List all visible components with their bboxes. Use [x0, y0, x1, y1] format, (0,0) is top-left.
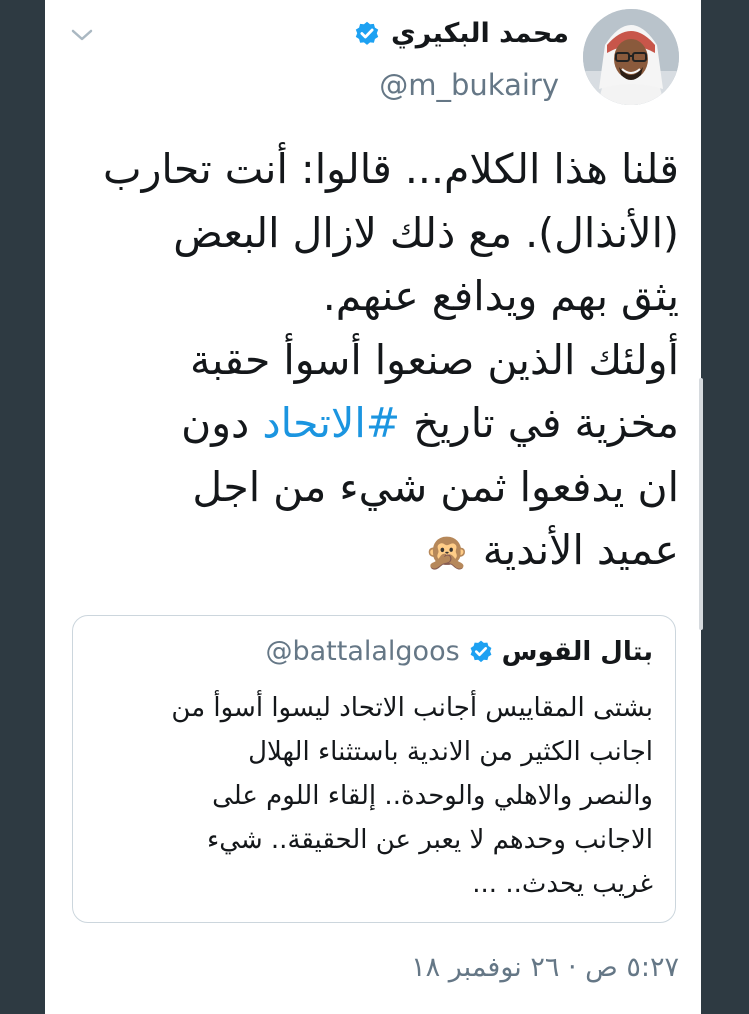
chevron-down-icon[interactable]: [71, 28, 93, 42]
quoted-tweet-line: اجانب الكثير من الاندية باستثناء الهلال: [248, 737, 653, 767]
scrollbar[interactable]: [699, 378, 703, 630]
verified-badge-icon: [470, 640, 492, 662]
quoted-tweet-header: بتال القوس @battalalgoos: [265, 636, 653, 667]
avatar[interactable]: [583, 9, 679, 105]
quoted-tweet-line: والنصر والاهلي والوحدة.. إلقاء اللوم على: [212, 781, 653, 811]
quoted-tweet[interactable]: بتال القوس @battalalgoos بشتى المقاييس أ…: [72, 615, 676, 923]
tweet-text-segment: دون: [181, 399, 263, 447]
quoted-author-name: بتال القوس: [501, 636, 653, 667]
tweet-line: (الأنذال). مع ذلك لازال البعض: [173, 208, 679, 257]
verified-badge-icon: [355, 21, 379, 45]
author-handle[interactable]: @m_bukairy: [379, 68, 559, 102]
tweet-line: قلنا هذا الكلام... قالوا: أنت تحارب: [102, 145, 679, 193]
tweet-text-segment: مخزية في تاريخ: [400, 399, 679, 447]
tweet-line: ان يدفعوا ثمن شيء من اجل: [192, 462, 679, 511]
speak-no-evil-monkey-emoji: 🙊: [424, 532, 470, 573]
tweet-timestamp[interactable]: ٥:٢٧ ص · ٢٦ نوفمبر ١٨: [411, 952, 679, 983]
hashtag-link[interactable]: #الاتحاد: [262, 399, 400, 447]
quoted-tweet-line: غريب يحدث.. ...: [472, 869, 653, 899]
tweet-line: مخزية في تاريخ #الاتحاد دون: [67, 392, 679, 456]
quoted-tweet-text: بشتى المقاييس أجانب الاتحاد ليسوا أسوأ م…: [93, 686, 653, 906]
tweet-line: أولئك الذين صنعوا أسوأ حقبة: [189, 335, 679, 384]
quoted-author-handle: @battalalgoos: [265, 636, 460, 667]
tweet-line: يثق بهم ويدافع عنهم.: [322, 272, 679, 320]
author-name-row[interactable]: محمد البكيري: [353, 18, 569, 49]
quoted-tweet-line: الاجانب وحدهم لا يعبر عن الحقيقة.. شيء: [206, 825, 653, 855]
tweet-text: قلنا هذا الكلام... قالوا: أنت تحارب (الأ…: [67, 138, 679, 585]
tweet-line: عميد الأندية 🙊: [67, 519, 679, 585]
author-display-name[interactable]: محمد البكيري: [391, 18, 569, 49]
quoted-tweet-line: بشتى المقاييس أجانب الاتحاد ليسوا أسوأ م…: [171, 693, 653, 723]
tweet-card: محمد البكيري @m_bukairy قلنا هذا الكلام.…: [45, 0, 701, 1014]
tweet-text-segment: عميد الأندية: [482, 526, 679, 574]
